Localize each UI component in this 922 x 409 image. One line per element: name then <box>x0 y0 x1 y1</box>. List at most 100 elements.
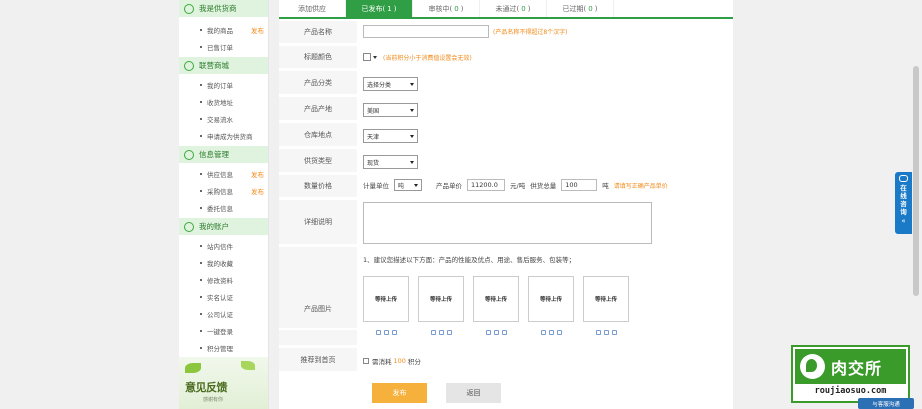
publish-tag[interactable]: 发布 <box>251 25 264 35</box>
sidebar-section-info: 信息管理 <box>179 146 268 163</box>
detail-textarea[interactable] <box>363 202 652 244</box>
tab-bar: 添加供应 已发布(1) 审核中(0) 未通过(0) 已过期(0) <box>279 0 733 19</box>
row-supply-type: 现货 <box>363 155 418 169</box>
sidebar-item-entrust-info[interactable]: 委托信息 <box>179 199 268 217</box>
edit-icon[interactable] <box>383 330 389 335</box>
label-supply-type: 供货类型 <box>279 149 357 174</box>
image-slot: 等待上传 <box>473 276 519 335</box>
delete-icon[interactable] <box>556 330 562 335</box>
publish-tag[interactable]: 发布 <box>251 169 264 179</box>
delete-icon[interactable] <box>391 330 397 335</box>
image-upload-box[interactable]: 等待上传 <box>583 276 629 322</box>
delete-icon[interactable] <box>501 330 507 335</box>
online-consult-tab[interactable]: 在线咨询 « <box>895 172 912 234</box>
label-qty-price: 数量价格 <box>279 175 357 199</box>
collapse-icon[interactable]: « <box>901 217 905 225</box>
sidebar-item-supply-info[interactable]: 供应信息 发布 <box>179 165 268 183</box>
sidebar-item-real-name[interactable]: 实名认证 <box>179 288 268 306</box>
label-warehouse: 仓库地点 <box>279 123 357 148</box>
chevron-down-icon <box>414 183 418 187</box>
upload-icon[interactable] <box>595 330 601 335</box>
price-label: 产品单价 <box>436 182 462 190</box>
sidebar-item-messages[interactable]: 站内信件 <box>179 237 268 255</box>
edit-icon[interactable] <box>603 330 609 335</box>
total-label: 供货总量 <box>530 182 557 190</box>
tab-rejected[interactable]: 未通过(0) <box>480 0 547 17</box>
edit-icon[interactable] <box>493 330 499 335</box>
supply-type-select[interactable]: 现货 <box>363 155 418 169</box>
total-input[interactable] <box>561 179 598 191</box>
sidebar-item-favorites[interactable]: 我的收藏 <box>179 254 268 272</box>
sidebar-item-my-products[interactable]: 我的商品 发布 <box>179 21 268 39</box>
row-origin: 美国 <box>363 103 418 117</box>
chevron-down-icon <box>410 134 414 138</box>
price-input[interactable] <box>467 179 505 191</box>
unit-select[interactable]: 吨 <box>394 179 422 191</box>
title-color-hint: (当前积分小于消费值设置会无效) <box>383 54 472 62</box>
tab-published[interactable]: 已发布(1) <box>346 0 413 17</box>
image-slot: 等待上传 <box>583 276 629 335</box>
leaf-icon <box>241 361 255 370</box>
label-product-name: 产品名称 <box>279 21 357 45</box>
sidebar-section-supplier: 我是供货商 <box>179 0 268 17</box>
chevron-down-icon <box>410 108 414 112</box>
dropdown-arrow-icon <box>373 55 377 59</box>
tab-add-supply[interactable]: 添加供应 <box>279 0 346 17</box>
color-swatch-icon <box>363 53 371 61</box>
color-picker[interactable] <box>363 52 379 62</box>
product-name-hint: (产品名称不得超过8个汉字) <box>493 29 568 36</box>
image-upload-box[interactable]: 等待上传 <box>473 276 519 322</box>
sidebar-item-apply-supplier[interactable]: 申请成为供货商 <box>179 127 268 145</box>
sidebar-section-account: 我的账户 <box>179 218 268 235</box>
delete-icon[interactable] <box>446 330 452 335</box>
sidebar-item-points[interactable]: 积分管理 <box>179 339 268 357</box>
total-unit: 吨 <box>602 182 609 190</box>
image-upload-box[interactable]: 等待上传 <box>418 276 464 322</box>
upload-icon[interactable] <box>485 330 491 335</box>
product-name-input[interactable] <box>363 25 489 38</box>
row-recommend: 需消耗 100 积分 <box>363 356 421 366</box>
sidebar-item-purchase-info[interactable]: 采购信息 发布 <box>179 182 268 200</box>
feedback-banner[interactable]: 意见反馈 感谢有你 <box>179 357 268 409</box>
image-slot: 等待上传 <box>363 276 409 335</box>
warehouse-select[interactable]: 天津 <box>363 129 418 143</box>
sidebar: 我是供货商 我的商品 发布 已售订单 联营商城 我的订单 收货地址 交易流水 申请… <box>179 0 269 409</box>
back-button[interactable]: 返回 <box>446 383 501 403</box>
sidebar-item-company-cert[interactable]: 公司认证 <box>179 305 268 323</box>
sidebar-item-address[interactable]: 收货地址 <box>179 93 268 111</box>
edit-icon[interactable] <box>548 330 554 335</box>
customer-service-button[interactable]: 与客服沟通 <box>858 398 914 409</box>
image-slot: 等待上传 <box>418 276 464 335</box>
image-upload-box[interactable]: 等待上传 <box>363 276 409 322</box>
recommend-points: 100 <box>393 357 406 365</box>
publish-tag[interactable]: 发布 <box>251 186 264 196</box>
upload-icon[interactable] <box>375 330 381 335</box>
label-images: 产品图片 <box>279 290 357 330</box>
category-select[interactable]: 选择分类 <box>363 77 418 91</box>
edit-icon[interactable] <box>438 330 444 335</box>
tab-expired[interactable]: 已过期(0) <box>547 0 614 17</box>
label-detail: 详细说明 <box>279 200 357 246</box>
chevron-down-icon <box>410 160 414 164</box>
sidebar-item-my-orders[interactable]: 我的订单 <box>179 76 268 94</box>
sidebar-item-sold-orders[interactable]: 已售订单 <box>179 38 268 56</box>
publish-button[interactable]: 发布 <box>372 383 427 403</box>
image-slot: 等待上传 <box>528 276 574 335</box>
label-origin: 产品产地 <box>279 97 357 122</box>
sidebar-item-edit-profile[interactable]: 修改资料 <box>179 271 268 289</box>
site-logo[interactable]: 肉交所 roujiaosuo.com <box>791 345 910 403</box>
recommend-checkbox[interactable] <box>363 358 369 364</box>
info-icon <box>184 149 194 160</box>
sidebar-item-transactions[interactable]: 交易流水 <box>179 110 268 128</box>
delete-icon[interactable] <box>611 330 617 335</box>
tab-reviewing[interactable]: 审核中(0) <box>413 0 480 17</box>
scrollbar-thumb[interactable] <box>913 66 919 296</box>
sidebar-item-one-click-login[interactable]: 一键登录 <box>179 322 268 340</box>
chevron-down-icon <box>410 82 414 86</box>
mall-icon <box>184 60 194 71</box>
upload-icon[interactable] <box>430 330 436 335</box>
image-upload-box[interactable]: 等待上传 <box>528 276 574 322</box>
origin-select[interactable]: 美国 <box>363 103 418 117</box>
row-qty-price: 计量单位 吨 产品单价 元/吨 供货总量 吨 请填写正确产品单价 <box>363 179 668 191</box>
upload-icon[interactable] <box>540 330 546 335</box>
